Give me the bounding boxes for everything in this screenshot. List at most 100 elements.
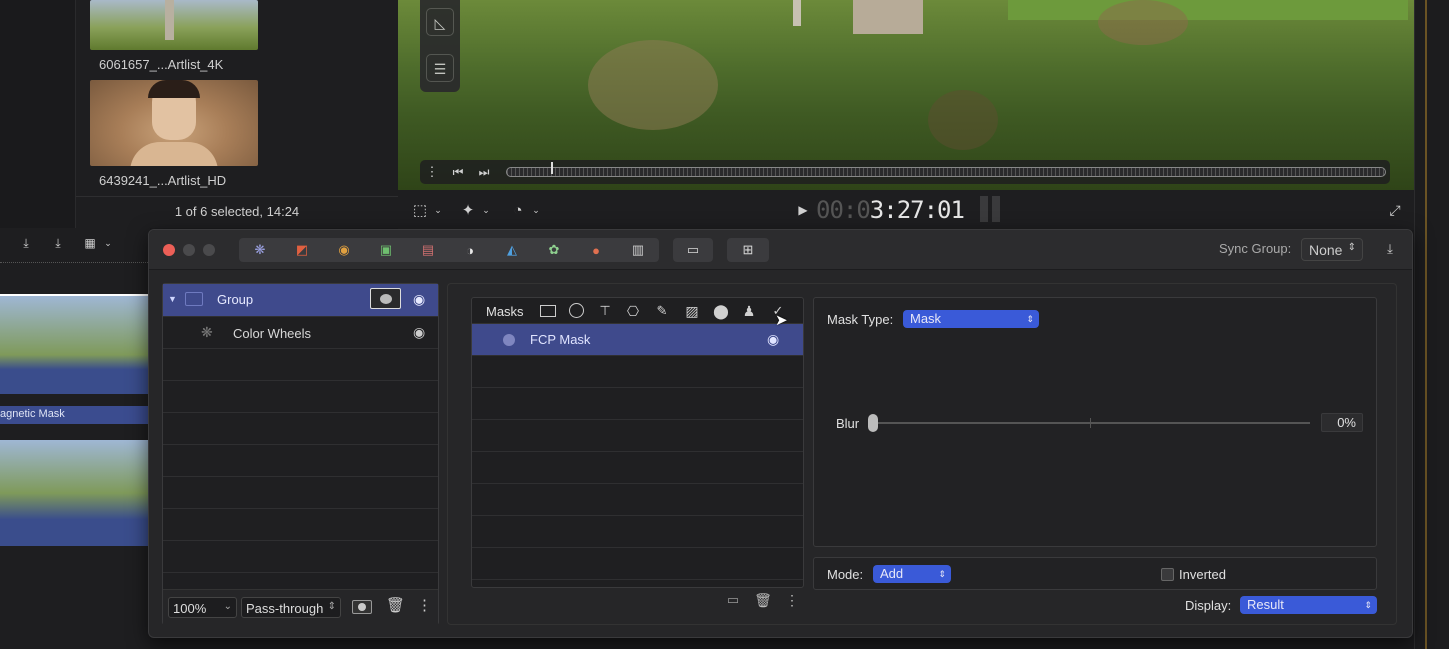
- close-button[interactable]: [163, 244, 175, 256]
- hue-saturation-icon[interactable]: ◉: [336, 242, 352, 258]
- grid-view-button[interactable]: ⊞: [727, 238, 769, 262]
- color-balance-icon[interactable]: ●: [588, 242, 604, 258]
- clip-thumbnail-2[interactable]: [90, 80, 258, 166]
- color-board-icon[interactable]: ▣: [378, 242, 394, 258]
- eye-icon[interactable]: ◉: [767, 331, 779, 348]
- eye-icon[interactable]: ◉: [413, 324, 425, 341]
- grid-icon: ⊞: [742, 242, 754, 257]
- chevron-down-icon[interactable]: ⌄: [480, 202, 492, 218]
- color-tool-bar: ❋ ◩ ◉ ▣ ▤ ◑ ◭ ✿ ● ▥: [239, 238, 659, 262]
- timeline-ruler: [0, 262, 150, 266]
- audio-meter-right: [992, 196, 1000, 222]
- mask-row-empty: [472, 452, 803, 484]
- minimize-button[interactable]: [183, 244, 195, 256]
- layer-row-group[interactable]: ▼ Group ◉: [163, 284, 438, 317]
- more-icon[interactable]: ⋮: [417, 596, 432, 614]
- color-curves-icon[interactable]: ◩: [294, 242, 310, 258]
- crop-icon[interactable]: ⬚: [410, 200, 430, 220]
- playhead[interactable]: [551, 162, 553, 174]
- transform-tool-icon[interactable]: ◺: [426, 8, 454, 36]
- exposure-icon[interactable]: ◑: [462, 242, 478, 258]
- zoom-button[interactable]: [203, 244, 215, 256]
- gradient-mask-icon[interactable]: ⊤: [596, 302, 614, 320]
- append-icon[interactable]: ⤓: [48, 233, 68, 253]
- updown-icon: ⇕: [1364, 600, 1372, 610]
- image-mask-icon[interactable]: ▨: [681, 302, 703, 320]
- viewer-toolbar: ⬚ ⌄ ✦ ⌄ ◔ ⌄ ▶ 00:03:27:01 ⤢: [398, 190, 1414, 230]
- overwrite-icon[interactable]: ▦: [80, 233, 100, 253]
- color-key-mask-icon[interactable]: ⬤: [711, 302, 731, 320]
- mask-row-empty: [472, 484, 803, 516]
- mode-select[interactable]: Add ⇕: [873, 565, 951, 583]
- rectangle-mask-icon[interactable]: [540, 305, 556, 317]
- insert-icon[interactable]: ⤓: [16, 233, 36, 253]
- chevron-down-icon[interactable]: ⌄: [102, 236, 114, 250]
- timecode-display: 00:03:27:01: [816, 196, 965, 224]
- zoom-select[interactable]: 100% ⌄: [168, 597, 237, 618]
- pen-mask-icon[interactable]: ✎: [653, 302, 671, 320]
- eye-icon[interactable]: ◉: [413, 291, 425, 308]
- chevron-down-icon[interactable]: ⌄: [530, 202, 542, 218]
- audio-meter-left: [980, 196, 988, 222]
- circle-mask-icon[interactable]: [569, 303, 584, 318]
- color-wheels-icon[interactable]: ❋: [252, 242, 268, 258]
- window-titlebar: ❋ ◩ ◉ ▣ ▤ ◑ ◭ ✿ ● ▥ ▭ ⊞ Sync Group: None…: [149, 230, 1412, 270]
- trash-icon[interactable]: 🗑: [754, 591, 772, 609]
- timeline-clip[interactable]: [0, 440, 148, 546]
- updown-icon: ⇕: [1347, 242, 1356, 253]
- adjust-sliders-icon[interactable]: ☰: [426, 54, 454, 82]
- skip-forward-icon[interactable]: ⏭: [476, 163, 492, 181]
- clip-name-1: 6061657_...Artlist_4K: [99, 57, 224, 72]
- color-mask-window: ❋ ◩ ◉ ▣ ▤ ◑ ◭ ✿ ● ▥ ▭ ⊞ Sync Group: None…: [148, 229, 1413, 638]
- channel-mixer-icon[interactable]: ✿: [546, 242, 562, 258]
- mask-type-label: Mask Type:: [827, 312, 894, 327]
- fullscreen-icon[interactable]: ⤢: [1386, 201, 1404, 219]
- person-mask-icon[interactable]: ♟: [740, 302, 758, 320]
- lut-strips-icon[interactable]: ▥: [630, 242, 646, 258]
- mask-row-fcp[interactable]: FCP Mask ◉: [472, 324, 803, 356]
- trash-icon[interactable]: 🗑: [386, 596, 405, 614]
- sync-group-select[interactable]: None ⇕: [1301, 238, 1363, 261]
- clip-thumbnail-1[interactable]: [90, 0, 258, 50]
- more-icon[interactable]: ⋮: [424, 163, 440, 181]
- mask-thumbnail[interactable]: [370, 288, 401, 309]
- speed-gauge-icon[interactable]: ◔: [508, 200, 528, 220]
- folder-icon[interactable]: ▭: [724, 592, 742, 608]
- display-select[interactable]: Result ⇕: [1240, 596, 1377, 614]
- folder-icon: ▭: [686, 242, 700, 257]
- inverted-checkbox[interactable]: [1161, 568, 1174, 581]
- mask-properties: Mask Type: Mask ⇕ Blur 0%: [813, 297, 1377, 547]
- timeline-clip-label-bar: agnetic Mask: [0, 406, 148, 424]
- blur-value-field[interactable]: 0%: [1321, 413, 1363, 432]
- add-mask-icon[interactable]: [352, 600, 372, 614]
- scrub-track[interactable]: [506, 167, 1386, 177]
- layer-row-empty: [163, 541, 438, 573]
- blur-slider-track[interactable]: [872, 422, 1310, 424]
- chevron-down-icon[interactable]: ⌄: [432, 202, 444, 218]
- updown-icon: ⇕: [1026, 314, 1034, 324]
- folder-button[interactable]: ▭: [673, 238, 713, 262]
- blend-mode-value: Pass-through: [246, 601, 324, 616]
- layer-row-color-wheels[interactable]: ❋ Color Wheels ◉: [163, 317, 438, 349]
- timeline-clip-label: agnetic Mask: [0, 408, 65, 420]
- play-icon[interactable]: ▶: [796, 201, 810, 219]
- masks-header: Masks ⊤ ⎔ ✎ ▨ ⬤ ♟ ✓: [472, 298, 803, 324]
- display-value: Result: [1247, 597, 1284, 612]
- sync-group-label: Sync Group:: [1219, 241, 1292, 256]
- lut-icon[interactable]: ▤: [420, 242, 436, 258]
- mask-type-select[interactable]: Mask ⇕: [903, 310, 1039, 328]
- mode-label: Mode:: [827, 567, 864, 582]
- save-preset-icon[interactable]: ⤓: [1381, 240, 1399, 258]
- shape-mask-icon[interactable]: ⎔: [624, 302, 642, 320]
- disclosure-chevron-icon[interactable]: ▼: [168, 294, 177, 304]
- blur-slider-knob[interactable]: [868, 414, 878, 432]
- blend-mode-select[interactable]: Pass-through ⇕: [241, 597, 341, 618]
- hsl-icon[interactable]: ◭: [504, 242, 520, 258]
- timeline-clip[interactable]: [0, 294, 148, 394]
- mode-value: Add: [880, 566, 904, 581]
- enhance-wand-icon[interactable]: ✦: [458, 200, 478, 220]
- more-icon[interactable]: ⋮: [785, 591, 799, 609]
- timecode-value: 3:27:01: [869, 196, 965, 224]
- skip-back-icon[interactable]: ⏮: [450, 163, 466, 181]
- zoom-value: 100%: [173, 601, 207, 616]
